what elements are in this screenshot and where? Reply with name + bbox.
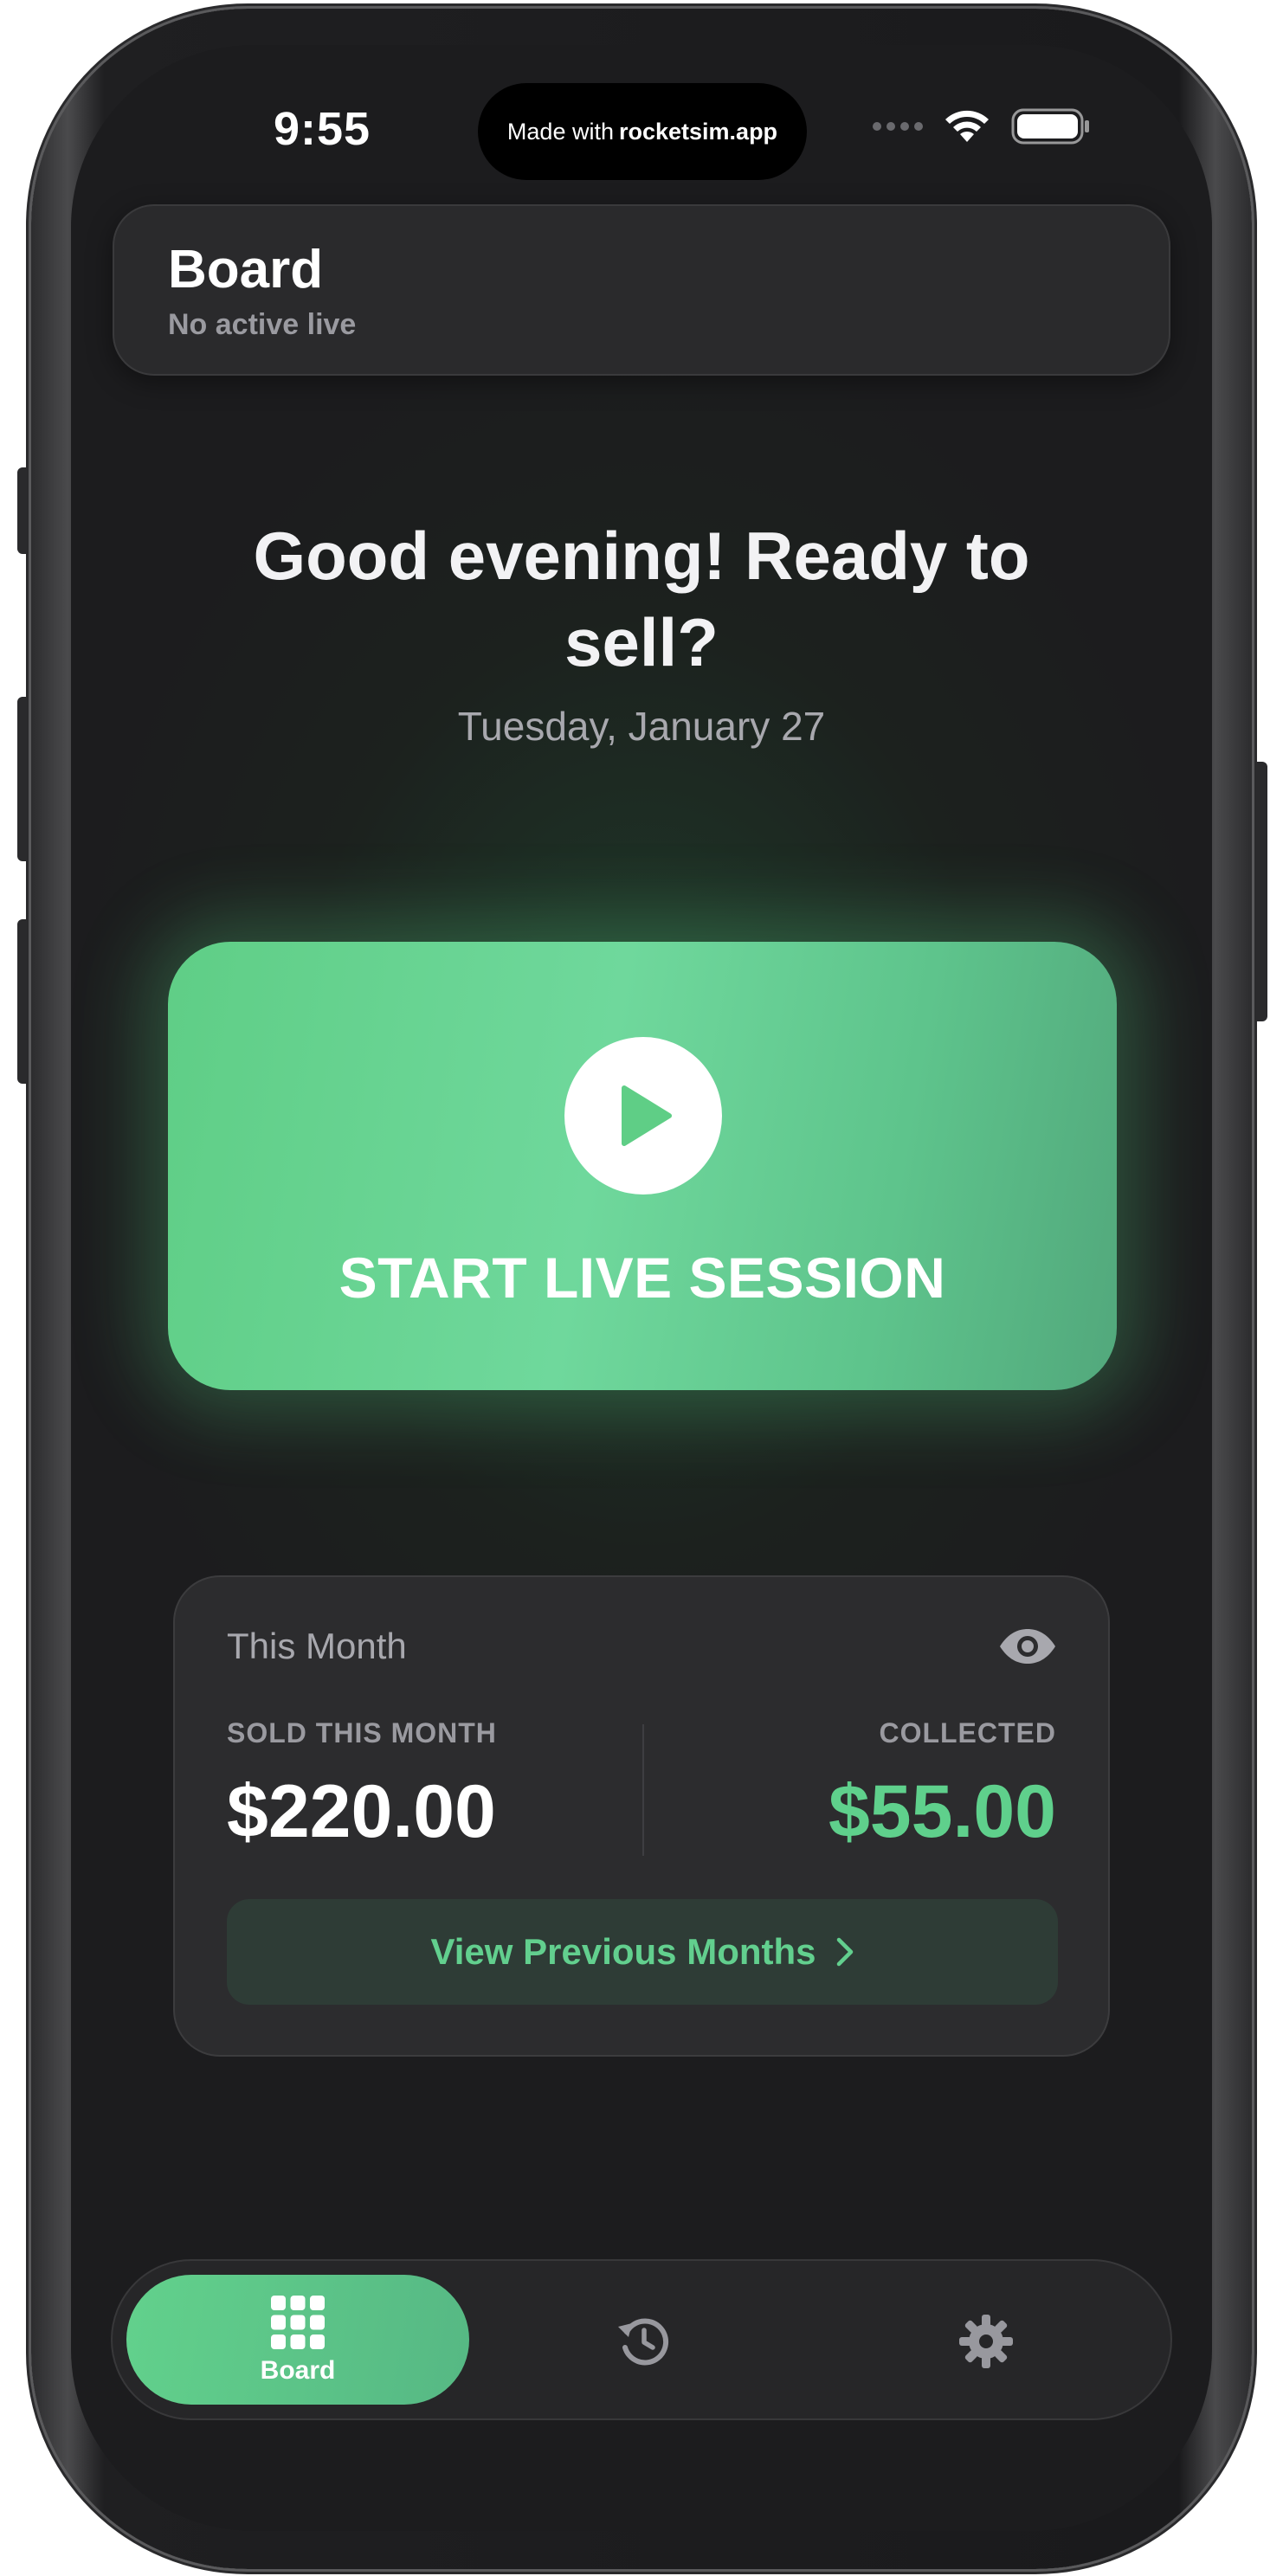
month-summary-card: This Month SOLD THIS MONTH COLLECTED $22… xyxy=(173,1575,1110,2057)
month-card-title: This Month xyxy=(227,1626,407,1666)
tab-bar: Board xyxy=(111,2259,1172,2420)
gear-icon xyxy=(959,2315,1013,2368)
app-screen: 9:55 Made with rocketsim.app Board No ac… xyxy=(71,45,1212,2531)
chevron-right-icon xyxy=(836,1937,853,1967)
tab-board-label: Board xyxy=(260,2356,336,2385)
greeting-headline: Good evening! Ready to sell? xyxy=(253,518,1030,680)
header-card: Board No active live xyxy=(113,204,1170,376)
collected-label: COLLECTED xyxy=(879,1717,1056,1748)
sold-this-month-value: $220.00 xyxy=(227,1770,496,1853)
tab-board[interactable]: Board xyxy=(126,2275,469,2405)
view-previous-months-button[interactable]: View Previous Months xyxy=(227,1899,1058,2005)
stats-divider xyxy=(642,1724,644,1856)
status-icons xyxy=(873,107,1091,145)
view-previous-months-label: View Previous Months xyxy=(430,1931,816,1972)
page-title: Board xyxy=(168,240,324,299)
current-date: Tuesday, January 27 xyxy=(457,704,826,749)
power-button[interactable] xyxy=(1252,762,1267,1021)
collected-value: $55.00 xyxy=(828,1770,1056,1853)
wifi-icon xyxy=(945,110,989,142)
start-live-session-button[interactable]: START LIVE SESSION xyxy=(168,942,1117,1390)
dynamic-island: Made with rocketsim.app xyxy=(478,83,807,180)
grid-icon xyxy=(271,2296,325,2349)
status-time: 9:55 xyxy=(273,103,371,155)
history-icon xyxy=(618,2318,669,2366)
live-status-subtitle: No active live xyxy=(168,308,357,341)
island-brand: rocketsim.app xyxy=(618,118,778,145)
battery-icon xyxy=(1011,108,1089,145)
play-icon xyxy=(564,1037,722,1195)
island-prefix: Made with xyxy=(506,118,614,145)
start-live-session-label: START LIVE SESSION xyxy=(338,1246,946,1310)
cellular-signal-icon xyxy=(873,122,923,131)
tab-history[interactable] xyxy=(611,2309,675,2373)
tab-settings[interactable] xyxy=(954,2309,1018,2373)
eye-icon[interactable] xyxy=(997,1620,1058,1672)
sold-this-month-label: SOLD THIS MONTH xyxy=(227,1717,497,1748)
